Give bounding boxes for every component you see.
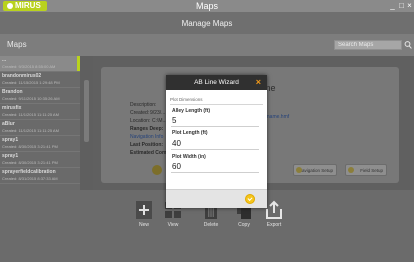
field-setup-button[interactable]: Field Setup [345,164,387,176]
plot-length-input[interactable] [171,138,259,150]
navigation-info-link[interactable]: Navigation Info [130,133,163,141]
map-name: spray1 [2,137,19,143]
dialog-close-button[interactable]: × [256,75,261,90]
map-list-item[interactable]: Brandon Created: 9/11/2015 10:35:26 AM [0,88,80,104]
location-value: C:\M... [152,118,167,124]
setup-gear-icon [152,165,162,175]
export-label: Export [266,222,282,228]
dialog-footer [166,189,267,208]
view-label: View [167,222,179,228]
map-list-item[interactable]: spray1 Created: 8/30/2015 3:21:41 PM [0,152,80,168]
list-scrollbar[interactable] [84,80,89,142]
map-created-date: Created: 11/1/2015 11:11:25 AM [2,112,59,117]
map-created-date: Created: 9/3/2015 8:55:00 AM [2,64,56,69]
map-name: ... [2,57,7,63]
navigation-setup-button[interactable]: Navigation Setup [293,164,337,176]
map-name: brandonmirus02 [2,73,42,79]
map-name: aBlur [2,121,15,127]
plot-width-input[interactable] [171,161,259,173]
map-list-item[interactable]: spray1 Created: 8/30/2015 3:21:41 PM [0,136,80,152]
map-created-date: Created: 8/30/2015 3:21:41 PM [2,160,58,165]
map-name: mirusfix [2,105,22,111]
gear-icon [348,167,354,173]
created-value: 9/23/... [150,110,166,116]
dialog-title: AB Line Wizard [194,79,239,86]
search-input[interactable] [334,40,402,50]
estimated-label: Estimated Com [130,150,167,156]
map-list-item[interactable]: mirusfix Created: 11/1/2015 11:11:25 AM [0,104,80,120]
map-list-item[interactable]: aBlur Created: 11/1/2015 11:11:25 AM [0,120,80,136]
map-list-item[interactable]: ... Created: 9/3/2015 8:55:00 AM [0,56,80,72]
section-divider [170,104,263,105]
export-icon [266,200,282,219]
new-button[interactable]: New [129,200,159,244]
section-title: Plot Dimensions [170,97,203,102]
maps-list: ... Created: 9/3/2015 8:55:00 AM brandon… [0,56,80,190]
minimize-button[interactable]: _ [388,0,397,12]
delete-label: Delete [203,222,219,228]
close-window-button[interactable]: × [405,0,414,12]
map-name: sprayerfieldcalibration [2,169,56,175]
navigation-setup-label: Navigation Setup [298,168,333,173]
alley-length-input[interactable] [171,115,259,127]
title-bar: MIRUS Maps _ □ × [0,0,414,12]
ok-check-button[interactable] [245,194,255,204]
description-label: Description: [130,102,157,108]
plot-width-label: Plot Width (in) [172,154,206,160]
page-header: Manage Maps [0,12,414,34]
page-title: Manage Maps [181,19,233,28]
map-list-item[interactable]: sprayerfieldcalibration Created: 8/31/20… [0,168,80,184]
maps-label: Maps [7,40,27,49]
dialog-header: AB Line Wizard × [166,75,267,90]
copy-label: Copy [238,222,250,228]
ranges-label: Ranges Deep: [130,126,164,132]
app-window: MIRUS Maps _ □ × Manage Maps Maps ... Cr… [0,0,414,262]
map-list-item[interactable]: brandonmirus02 Created: 11/15/2015 1:29:… [0,72,80,88]
last-position-label: Last Position: [130,142,164,148]
gear-icon [296,167,302,173]
map-created-date: Created: 11/1/2015 11:11:25 AM [2,128,59,133]
map-created-date: Created: 8/31/2015 8:37:33 AM [2,176,58,181]
maps-bar: Maps [0,34,414,56]
map-created-date: Created: 8/30/2015 3:21:41 PM [2,144,58,149]
selected-marker [77,56,80,71]
new-label: New [138,222,149,228]
location-label: Location: [130,118,151,124]
map-created-date: Created: 9/11/2015 10:35:26 AM [2,96,60,101]
alley-length-label: Alley Length (ft) [172,108,211,114]
field-setup-label: Field Setup [360,168,383,173]
window-title: Maps [195,1,218,11]
created-label: Created: [130,110,150,116]
map-name: spray1 [2,153,19,159]
plot-length-label: Plot Length (ft) [172,130,208,136]
map-created-date: Created: 11/15/2015 1:29:48 PM [2,80,60,85]
map-name: Brandon [2,89,23,95]
plus-square-icon [136,201,152,219]
ab-line-wizard-dialog: AB Line Wizard × Plot Dimensions Alley L… [166,75,267,208]
search-icon[interactable] [404,40,412,50]
